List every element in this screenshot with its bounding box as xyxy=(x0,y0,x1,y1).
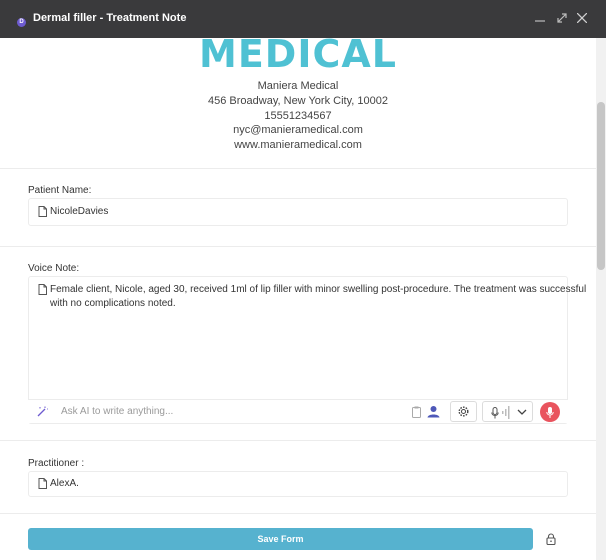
practitioner-value: AlexA. xyxy=(50,478,79,489)
voice-input-dropdown[interactable] xyxy=(482,401,533,422)
practitioner-field[interactable]: AlexA. xyxy=(28,471,568,497)
minimize-icon[interactable] xyxy=(532,10,548,26)
patient-name-label: Patient Name: xyxy=(28,185,92,196)
magic-wand-icon[interactable] xyxy=(37,406,48,417)
divider xyxy=(0,168,596,169)
settings-button[interactable] xyxy=(450,401,477,422)
microphone-icon xyxy=(491,407,499,419)
scrollbar-thumb[interactable] xyxy=(597,102,605,270)
form-content: MEDICAL Maniera Medical 456 Broadway, Ne… xyxy=(0,38,596,560)
divider xyxy=(0,513,596,514)
ai-assistant-bar: Ask AI to write anything... xyxy=(28,399,568,423)
chevron-down-icon xyxy=(517,409,527,415)
practitioner-label: Practitioner : xyxy=(28,458,85,469)
audio-level-icon xyxy=(502,406,510,419)
document-icon xyxy=(38,478,47,489)
window-title: Dermal filler - Treatment Note xyxy=(33,12,187,24)
user-icon[interactable] xyxy=(427,405,440,418)
record-button[interactable] xyxy=(540,402,560,422)
document-icon xyxy=(38,206,47,217)
clinic-website: www.manieramedical.com xyxy=(234,139,362,151)
gear-icon xyxy=(458,406,469,417)
clinic-logo: MEDICAL xyxy=(199,38,397,76)
patient-name-value: NicoleDavies xyxy=(50,206,109,217)
maximize-icon[interactable] xyxy=(554,10,570,26)
patient-name-field[interactable]: NicoleDavies xyxy=(28,198,568,226)
ai-prompt-input[interactable]: Ask AI to write anything... xyxy=(61,406,173,417)
microphone-icon xyxy=(546,406,554,418)
divider xyxy=(0,440,596,441)
divider xyxy=(0,246,596,247)
clinic-address: 456 Broadway, New York City, 10002 xyxy=(208,95,388,107)
save-form-button[interactable]: Save Form xyxy=(28,528,533,550)
title-bar: D Dermal filler - Treatment Note xyxy=(0,0,606,38)
clinic-email: nyc@manieramedical.com xyxy=(233,124,363,136)
voice-note-line-1: Female client, Nicole, aged 30, received… xyxy=(50,284,587,295)
clinic-phone: 15551234567 xyxy=(264,110,332,122)
vertical-scrollbar[interactable] xyxy=(596,38,606,560)
clipboard-icon[interactable] xyxy=(412,406,421,418)
voice-note-label: Voice Note: xyxy=(28,263,80,274)
app-icon: D xyxy=(17,18,26,27)
voice-note-line-2: with no complications noted. xyxy=(50,298,176,309)
clinic-name: Maniera Medical xyxy=(257,80,339,92)
close-icon[interactable] xyxy=(574,10,590,26)
document-icon xyxy=(38,284,47,295)
lock-icon[interactable] xyxy=(546,533,556,545)
